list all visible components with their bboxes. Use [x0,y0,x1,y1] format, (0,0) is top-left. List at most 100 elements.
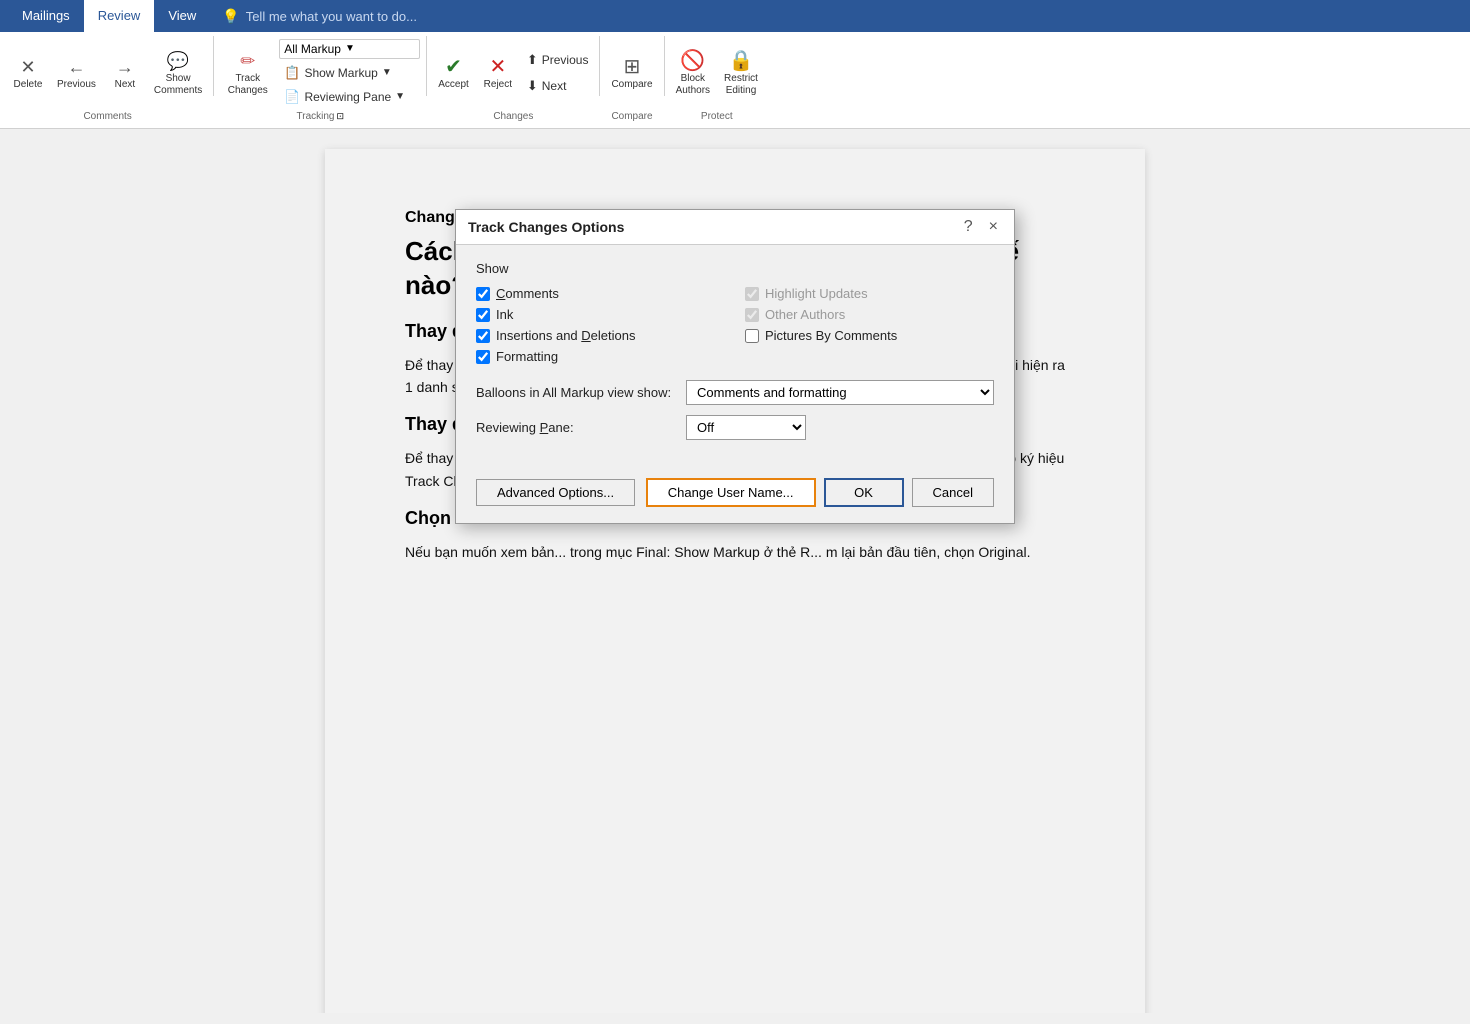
accept-button[interactable]: Accept [433,52,474,94]
ribbon-toolbar: Delete Previous Next Show Comments Comme… [0,32,1470,129]
other-authors-label: Other Authors [765,307,845,322]
divider-1 [213,36,214,96]
formatting-checkbox-label: Formatting [496,349,558,364]
reviewing-pane-label: Reviewing Pane [304,90,391,104]
accept-label: Accept [438,79,469,91]
tracking-group: Track Changes All Markup ▼ 📋 Show Markup… [220,36,420,124]
balloons-dropdown[interactable]: Comments and formatting All revisions in… [686,380,994,405]
comments-checkbox-label: Comments [496,286,559,301]
show-markup-button[interactable]: 📋 Show Markup ▼ [279,63,420,83]
divider-3 [599,36,600,96]
previous-comment-label: Previous [57,79,96,91]
comment-icon [167,49,189,71]
divider-2 [426,36,427,96]
changes-group: Accept Reject ⬆ Previous ⬇ Next [433,36,593,124]
restrict-editing-label: Restrict Editing [724,73,758,97]
pictures-by-comments-checkbox-row: Pictures By Comments [745,328,994,343]
show-markup-icon: 📋 [284,65,300,81]
show-comments-label: Show Comments [154,73,202,97]
all-markup-chevron: ▼ [345,43,355,54]
reviewing-pane-button[interactable]: 📄 Reviewing Pane ▼ [279,87,420,107]
dialog-body: Show Comments Highlight Updates [456,245,1014,466]
cancel-button[interactable]: Cancel [912,478,994,507]
block-authors-label: Block Authors [676,73,710,97]
change-user-name-button[interactable]: Change User Name... [646,478,816,507]
delete-icon [20,55,35,77]
other-authors-checkbox [745,308,759,322]
tab-bar: Mailings Review View [0,0,210,32]
comments-group-label: Comments [8,109,207,124]
next-change-icon: ⬇ [527,78,538,94]
footer-right: Change User Name... OK Cancel [646,478,994,507]
protect-group-label: Protect [671,109,763,124]
previous-comment-button[interactable]: Previous [52,52,101,94]
reviewing-pane-field-label: Reviewing Pane: [476,420,676,435]
insertions-deletions-checkbox-row: Insertions and Deletions [476,328,725,343]
next-comment-label: Next [115,79,136,91]
tab-view[interactable]: View [154,0,210,32]
pictures-by-comments-label: Pictures By Comments [765,328,897,343]
document-area: Changes. Cách sử dụng Track Changes tron… [0,129,1470,1013]
advanced-options-button[interactable]: Advanced Options... [476,479,635,506]
compare-icon [624,55,641,77]
dialog-close-button[interactable]: × [985,218,1002,236]
reviewing-pane-icon: 📄 [284,89,300,105]
ink-checkbox-row: Ink [476,307,725,322]
tell-me-input[interactable] [246,9,546,24]
show-section-label: Show [476,261,994,276]
tell-me-bar: 💡 [210,4,1470,29]
delete-button[interactable]: Delete [8,52,48,94]
formatting-checkbox[interactable] [476,350,490,364]
show-markup-chevron: ▼ [382,67,392,78]
highlight-updates-label: Highlight Updates [765,286,868,301]
compare-group-label: Compare [606,109,657,124]
next-arrow-icon [116,55,134,77]
block-authors-button[interactable]: Block Authors [671,46,715,100]
divider-4 [664,36,665,96]
highlight-updates-checkbox [745,287,759,301]
track-changes-button[interactable]: Track Changes [220,46,275,100]
restrict-editing-icon [729,49,754,71]
show-comments-button[interactable]: Show Comments [149,46,207,100]
formatting-checkbox-row: Formatting [476,349,725,364]
tab-mailings[interactable]: Mailings [8,0,84,32]
reject-label: Reject [484,79,512,91]
dialog-titlebar-buttons: ? × [960,218,1002,236]
track-changes-label: Track Changes [228,73,268,97]
dialog-help-button[interactable]: ? [960,218,977,236]
lightbulb-icon: 💡 [222,8,239,25]
comments-checkbox[interactable] [476,287,490,301]
compare-group: Compare Compare [606,36,657,124]
restrict-editing-button[interactable]: Restrict Editing [719,46,763,100]
compare-button[interactable]: Compare [606,52,657,94]
track-changes-options-dialog: Track Changes Options ? × Show Comments [455,209,1015,524]
prev-change-icon: ⬆ [527,52,538,68]
insertions-deletions-checkbox[interactable] [476,329,490,343]
previous-change-button[interactable]: ⬆ Previous [522,50,594,70]
reviewing-pane-dropdown[interactable]: Off Vertical Horizontal [686,415,806,440]
next-change-button[interactable]: ⬇ Next [522,76,594,96]
delete-label: Delete [14,79,43,91]
balloons-label: Balloons in All Markup view show: [476,385,676,400]
highlight-updates-checkbox-row: Highlight Updates [745,286,994,301]
tracking-expand-icon[interactable]: ⊡ [336,111,344,122]
reject-icon [489,55,506,77]
dialog-overlay: Track Changes Options ? × Show Comments [325,149,1145,1013]
dialog-titlebar: Track Changes Options ? × [456,210,1014,245]
comments-group: Delete Previous Next Show Comments Comme… [8,36,207,124]
show-checkboxes: Comments Highlight Updates Ink [476,286,994,364]
all-markup-dropdown[interactable]: All Markup ▼ [279,39,420,59]
changes-group-label: Changes [433,109,593,124]
reject-button[interactable]: Reject [478,52,518,94]
ok-button[interactable]: OK [824,478,904,507]
tab-review[interactable]: Review [84,0,155,32]
pictures-by-comments-checkbox[interactable] [745,329,759,343]
ink-checkbox[interactable] [476,308,490,322]
dialog-title: Track Changes Options [468,219,624,235]
balloons-field-row: Balloons in All Markup view show: Commen… [476,380,994,405]
all-markup-label: All Markup [284,42,341,56]
show-markup-label: Show Markup [304,66,377,80]
track-changes-icon [240,49,255,71]
dialog-footer: Advanced Options... Change User Name... … [456,466,1014,523]
next-comment-button[interactable]: Next [105,52,145,94]
